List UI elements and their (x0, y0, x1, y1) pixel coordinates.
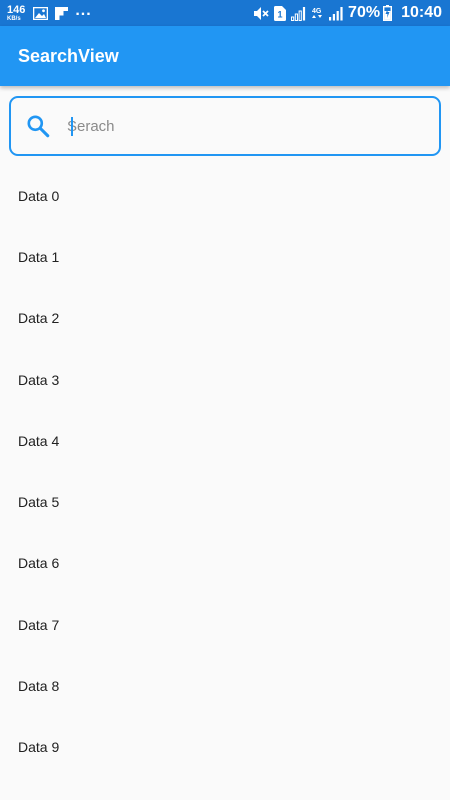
search-icon (25, 113, 51, 139)
list-item[interactable]: Data 3 (0, 349, 450, 410)
status-bar: 146 KB/s ... 1 4G 70% 10:40 (0, 0, 450, 26)
list-item[interactable]: Data 5 (0, 471, 450, 532)
network-type-label: 4G (312, 8, 322, 15)
list-item-label: Data 4 (18, 432, 60, 449)
list-item[interactable]: Data 1 (0, 226, 450, 287)
signal-strength-icon (291, 6, 307, 21)
list-item[interactable]: Data 2 (0, 288, 450, 349)
network-speed-unit: KB/s (7, 15, 21, 22)
gallery-icon (33, 6, 49, 20)
list-item-label: Data 3 (18, 371, 60, 388)
text-cursor (71, 117, 73, 136)
list-item-label: Data 2 (18, 310, 60, 327)
list-item[interactable]: Data 4 (0, 410, 450, 471)
network-speed: 146 KB/s (7, 3, 26, 22)
list-item-label: Data 6 (18, 555, 60, 572)
search-input[interactable] (67, 111, 407, 141)
list-item-label: Data 5 (18, 494, 60, 511)
list-item[interactable]: Data 9 (0, 717, 450, 778)
battery-percentage: 70% (348, 4, 381, 21)
search-bar[interactable] (9, 96, 441, 156)
network-speed-value: 146 (7, 3, 26, 16)
list-item[interactable]: Data 0 (0, 165, 450, 226)
sim-card-icon: 1 (274, 5, 287, 21)
status-bar-right: 1 4G 70% 10:40 (253, 4, 442, 22)
list-item-label: Data 0 (18, 187, 60, 204)
list-item[interactable]: Data 7 (0, 594, 450, 655)
list-item-label: Data 9 (18, 739, 60, 756)
clock: 10:40 (401, 4, 442, 21)
data-list: Data 0 Data 1 Data 2 Data 3 Data 4 Data … (0, 165, 450, 778)
list-item-label: Data 7 (18, 616, 60, 633)
app-bar: SearchView (0, 26, 450, 86)
list-item[interactable]: Data 8 (0, 655, 450, 716)
list-item[interactable]: Data 6 (0, 533, 450, 594)
mute-icon (253, 6, 269, 21)
more-notifications-indicator: ... (75, 2, 92, 19)
page-title: SearchView (18, 45, 119, 66)
list-item-label: Data 8 (18, 678, 60, 695)
signal-strength-icon-2 (329, 6, 343, 21)
flipboard-icon (55, 6, 69, 20)
sim-number: 1 (278, 9, 283, 19)
battery-charging-icon (383, 5, 393, 21)
list-item-label: Data 1 (18, 248, 60, 265)
network-type-icon: 4G (312, 6, 324, 21)
status-bar-left: 146 KB/s ... (7, 2, 92, 22)
